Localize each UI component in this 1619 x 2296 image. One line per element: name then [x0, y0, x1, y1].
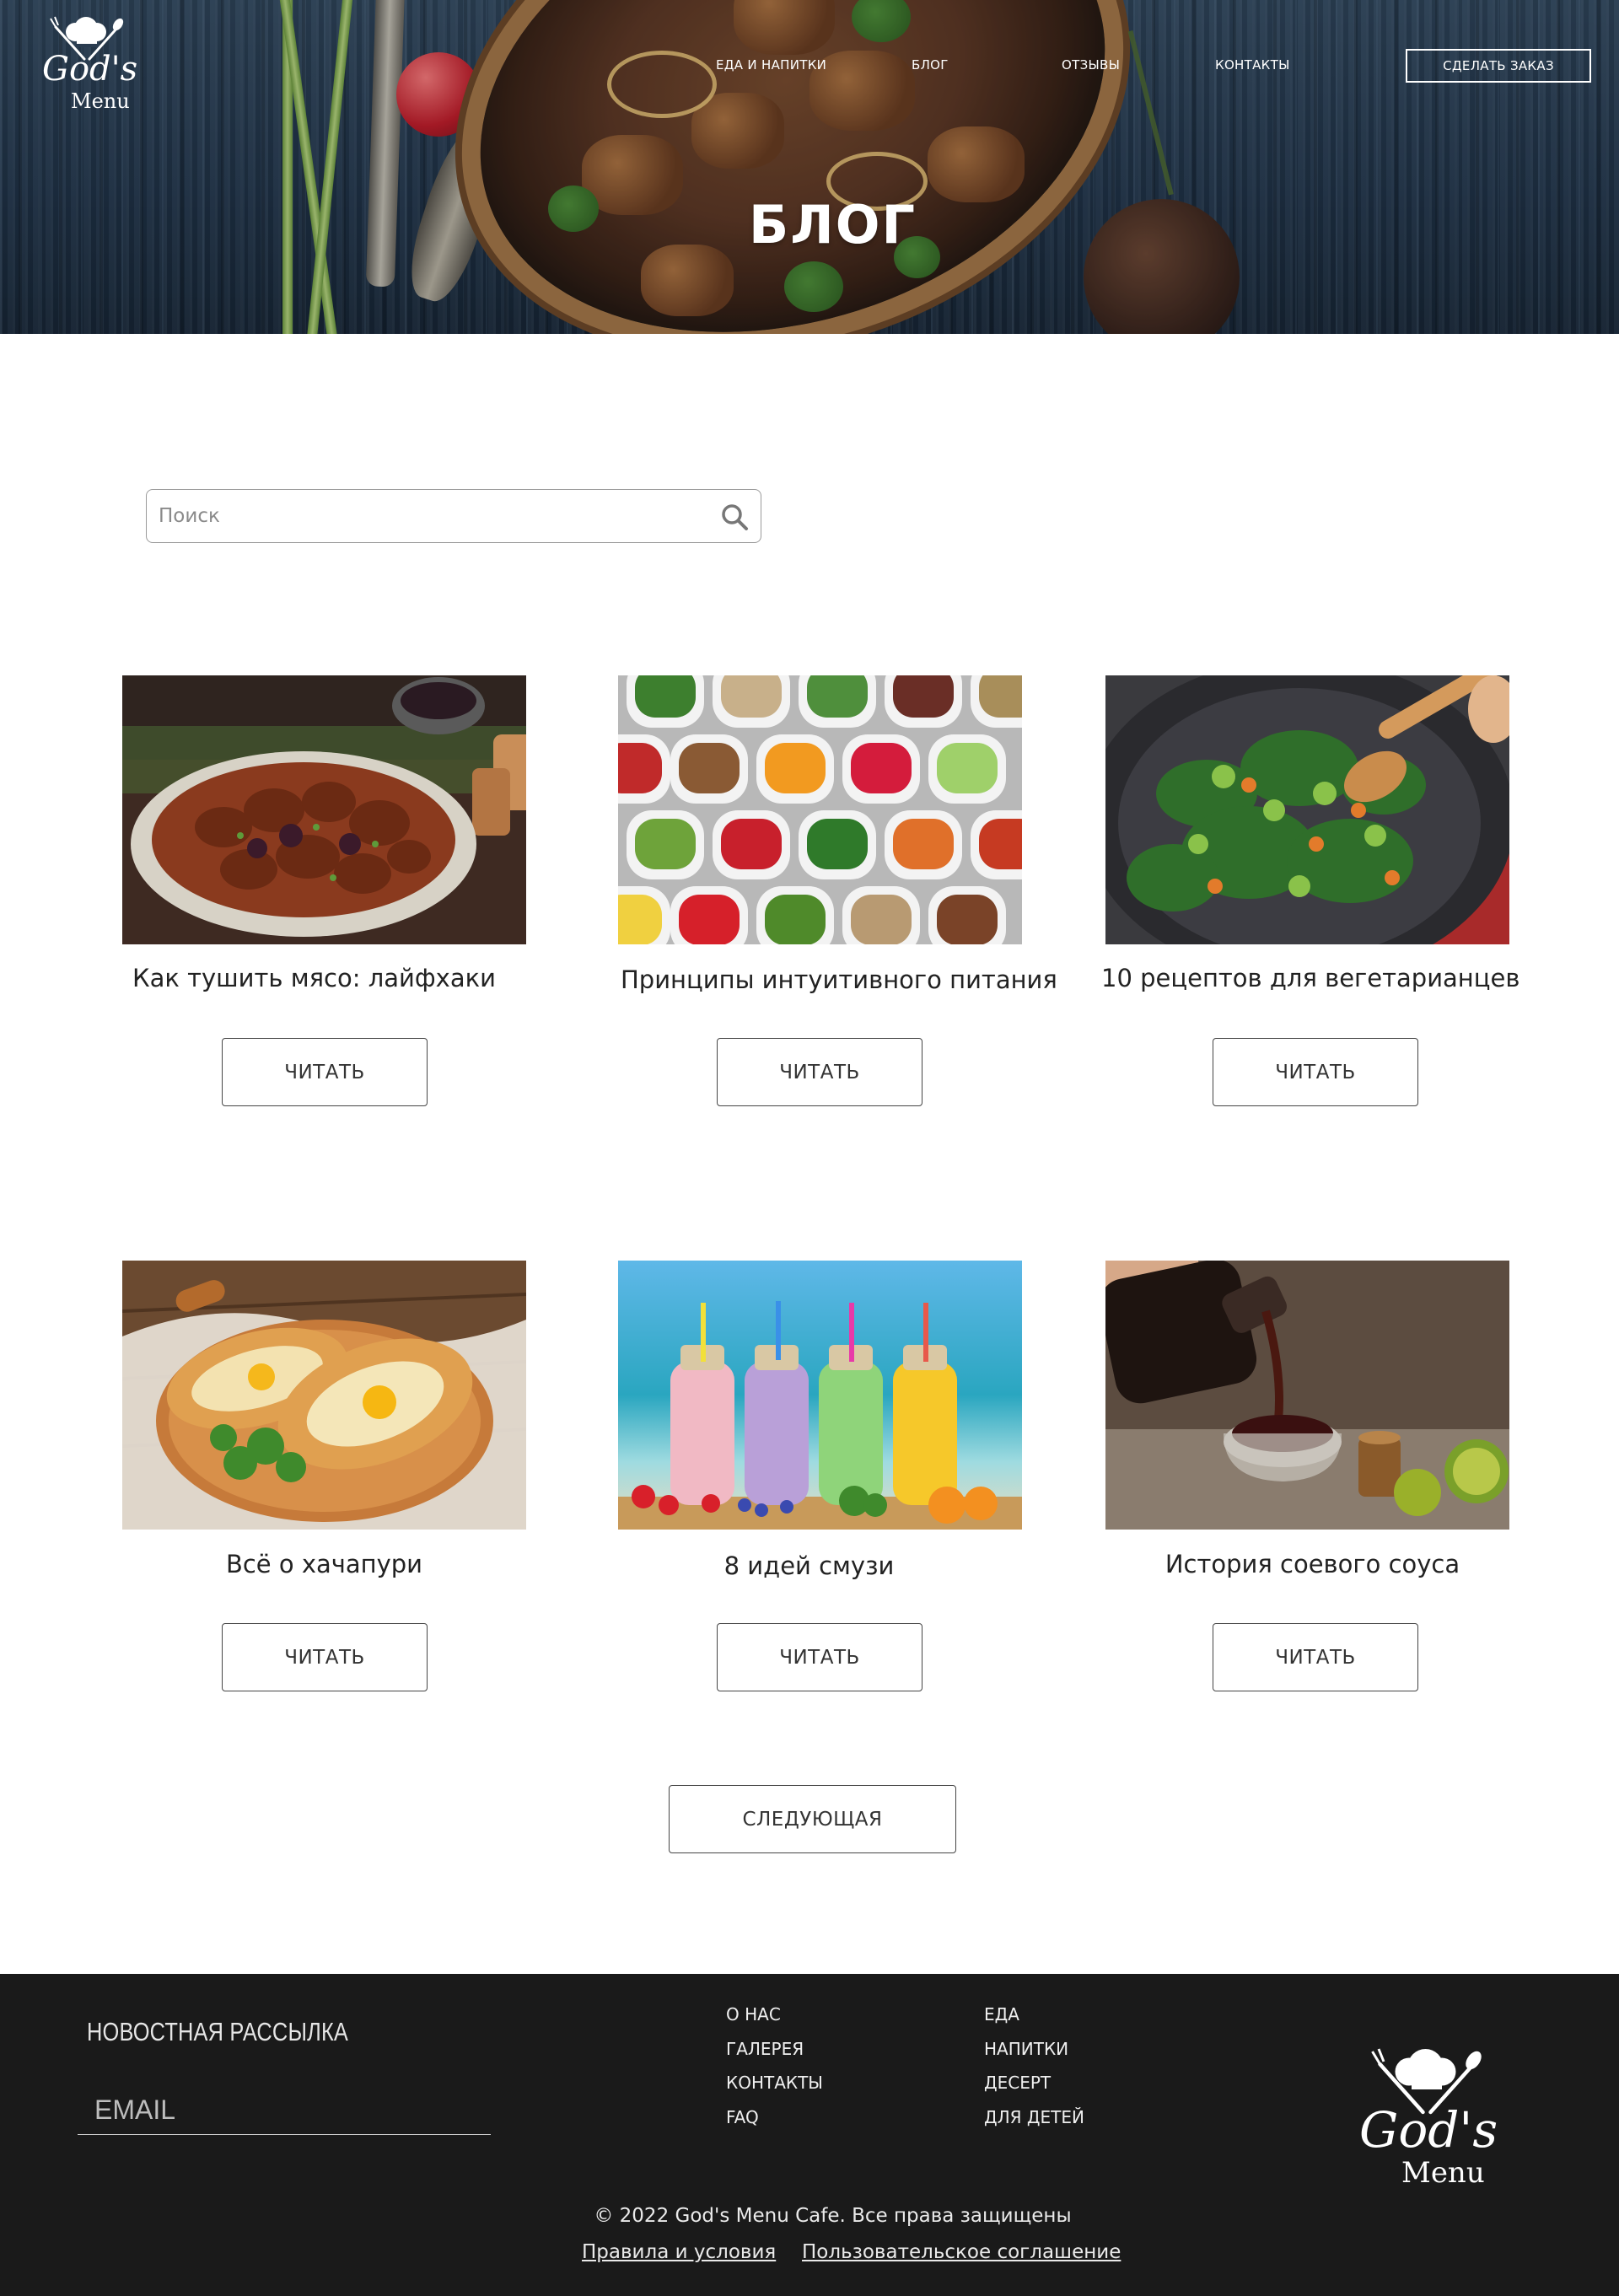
footer-link-faq[interactable]: FAQ [726, 2107, 759, 2127]
newsletter-title: НОВОСТНАЯ РАССЫЛКА [87, 2017, 349, 2046]
order-button[interactable]: СДЕЛАТЬ ЗАКАЗ [1406, 49, 1591, 83]
footer-link-dessert[interactable]: ДЕСЕРТ [984, 2073, 1051, 2093]
post-image-vegetable-wok[interactable] [1105, 675, 1509, 944]
post-image-healthy-bowls[interactable] [618, 675, 1022, 944]
site-logo[interactable]: God's Menu [37, 8, 137, 118]
logo-text-menu: Menu [1401, 2156, 1485, 2190]
hero-overlay [0, 0, 1619, 334]
footer-link-drinks[interactable]: НАПИТКИ [984, 2039, 1068, 2059]
next-page-button[interactable]: СЛЕДУЮЩАЯ [669, 1785, 956, 1853]
post-image-braised-meat[interactable] [122, 675, 526, 944]
page-title: БЛОГ [749, 194, 917, 255]
post-image-khachapuri[interactable] [122, 1261, 526, 1530]
logo-text-gods: God's [1359, 2101, 1498, 2159]
copyright-text: © 2022 God's Menu Cafe. Все права защище… [594, 2205, 1072, 2227]
read-button[interactable]: ЧИТАТЬ [222, 1623, 428, 1691]
read-button[interactable]: ЧИТАТЬ [717, 1038, 922, 1106]
hero-banner [0, 0, 1619, 334]
search-box [146, 489, 761, 543]
post-title[interactable]: 10 рецептов для вегетарианцев [1101, 964, 1519, 992]
nav-contacts[interactable]: КОНТАКТЫ [1215, 57, 1290, 74]
nav-food-drinks[interactable]: ЕДА И НАПИТКИ [716, 57, 826, 74]
nav-reviews[interactable]: ОТЗЫВЫ [1062, 57, 1120, 74]
footer-link-contacts[interactable]: КОНТАКТЫ [726, 2073, 823, 2093]
newsletter-email-field[interactable] [78, 2086, 491, 2135]
logo-text-gods: God's [42, 50, 138, 89]
terms-link[interactable]: Правила и условия [582, 2241, 776, 2263]
search-input[interactable] [159, 498, 681, 534]
footer-logo[interactable]: God's Menu [1349, 2036, 1498, 2197]
post-title[interactable]: Всё о хачапури [122, 1550, 526, 1578]
post-image-smoothies[interactable] [618, 1261, 1022, 1530]
footer-link-kids[interactable]: ДЛЯ ДЕТЕЙ [984, 2107, 1084, 2127]
read-button[interactable]: ЧИТАТЬ [222, 1038, 428, 1106]
footer-link-food[interactable]: ЕДА [984, 2004, 1019, 2024]
post-image-soy-sauce[interactable] [1105, 1261, 1509, 1530]
nav-blog[interactable]: БЛОГ [912, 57, 949, 74]
logo-text-menu: Menu [71, 89, 130, 113]
post-title[interactable]: 8 идей смузи [607, 1551, 1011, 1580]
post-title[interactable]: Принципы интуитивного питания [621, 965, 1057, 994]
search-icon[interactable] [720, 503, 749, 531]
user-agreement-link[interactable]: Пользовательское соглашение [802, 2241, 1121, 2263]
footer-link-about[interactable]: О НАС [726, 2004, 781, 2024]
post-title[interactable]: Как тушить мясо: лайфхаки [112, 964, 516, 992]
footer-link-gallery[interactable]: ГАЛЕРЕЯ [726, 2039, 804, 2059]
read-button[interactable]: ЧИТАТЬ [1213, 1623, 1418, 1691]
post-title[interactable]: История соевого соуса [1111, 1550, 1514, 1578]
read-button[interactable]: ЧИТАТЬ [717, 1623, 922, 1691]
read-button[interactable]: ЧИТАТЬ [1213, 1038, 1418, 1106]
